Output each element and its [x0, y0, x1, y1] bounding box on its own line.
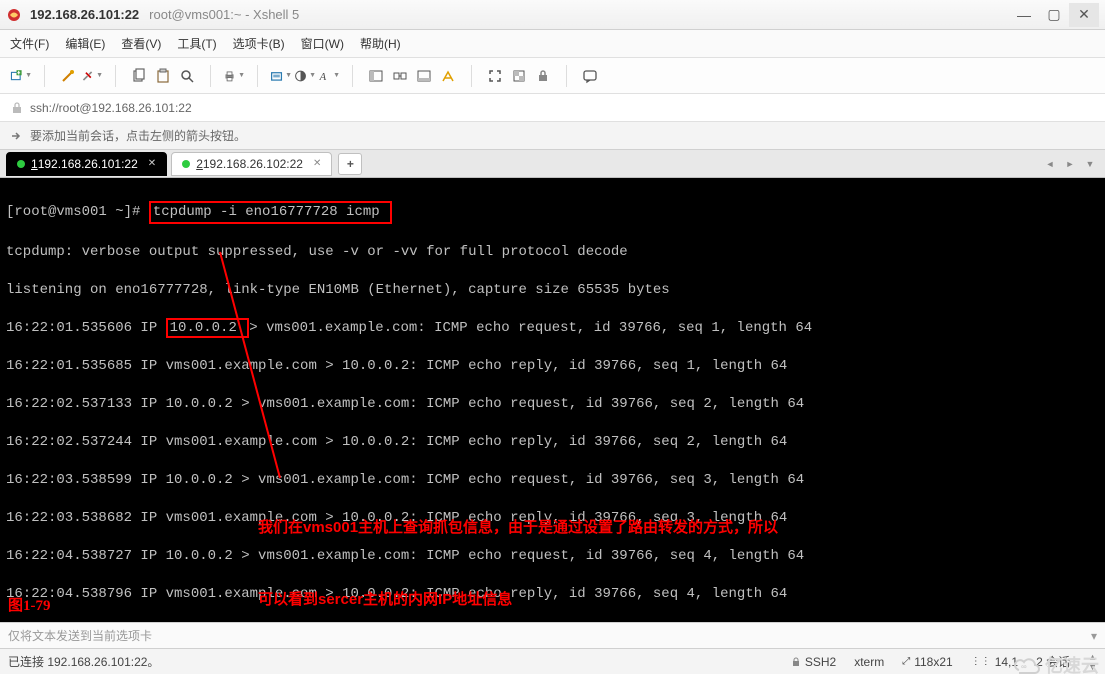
addressbar[interactable]: ssh://root@192.168.26.101:22 — [0, 94, 1105, 122]
transparency-button[interactable] — [508, 65, 530, 87]
properties-button[interactable]: ▼ — [270, 65, 292, 87]
hint-text: 要添加当前会话，点击左侧的箭头按钮。 — [30, 127, 246, 144]
menu-window[interactable]: 窗口(W) — [301, 35, 344, 52]
menu-file[interactable]: 文件(F) — [10, 35, 49, 52]
reconnect-button[interactable] — [57, 65, 79, 87]
annotation-line-1: 我们在vms001主机上查询抓包信息，由于是通过设置了路由转发的方式，所以 — [258, 516, 778, 540]
menu-tools[interactable]: 工具(T) — [177, 35, 216, 52]
menu-tabs[interactable]: 选项卡(B) — [233, 35, 285, 52]
tab-1-label: 192.168.26.101:22 — [38, 157, 138, 171]
color-scheme-button[interactable]: ▼ — [294, 65, 316, 87]
status-dot-icon — [182, 160, 190, 168]
status-term-type: xterm — [854, 655, 884, 669]
statusbar: 已连接 192.168.26.101:22。 SSH2 xterm ⤢118x2… — [0, 648, 1105, 674]
session-tabbar: 1 192.168.26.101:22 ✕ 2 192.168.26.102:2… — [0, 150, 1105, 178]
status-connection: 已连接 192.168.26.101:22。 — [8, 653, 159, 670]
lock-icon — [10, 101, 24, 115]
tab-scroll-left[interactable]: ◄ — [1041, 155, 1059, 173]
sessions-panel-button[interactable] — [365, 65, 387, 87]
copy-button[interactable] — [128, 65, 150, 87]
session-tab-1[interactable]: 1 192.168.26.101:22 ✕ — [6, 152, 167, 176]
compose-button[interactable] — [413, 65, 435, 87]
annotation-text: 我们在vms001主机上查询抓包信息，由于是通过设置了路由转发的方式，所以 可以… — [258, 468, 778, 622]
window-titlebar: 192.168.26.101:22 root@vms001:~ - Xshell… — [0, 0, 1105, 30]
status-cursor: ⋮⋮14,1 — [971, 655, 1018, 669]
app-icon — [6, 7, 22, 23]
sendbar-dropdown-icon[interactable]: ▾ — [1091, 629, 1097, 643]
find-button[interactable] — [176, 65, 198, 87]
font-button[interactable]: A▼ — [318, 65, 340, 87]
hintbar: 要添加当前会话，点击左侧的箭头按钮。 — [0, 122, 1105, 150]
watermark: ∞ 亿速云 — [1013, 652, 1099, 678]
paste-button[interactable] — [152, 65, 174, 87]
window-controls: — ▢ ✕ — [1009, 3, 1099, 27]
disconnect-button[interactable]: ▼ — [81, 65, 103, 87]
fullscreen-button[interactable] — [484, 65, 506, 87]
tab-1-number: 1 — [31, 157, 38, 171]
arrow-icon[interactable] — [10, 129, 24, 143]
tab-add-button[interactable]: + — [338, 153, 362, 175]
print-button[interactable]: ▼ — [223, 65, 245, 87]
tab-scroll-right[interactable]: ► — [1061, 155, 1079, 173]
watermark-text: 亿速云 — [1045, 652, 1099, 678]
tunneling-button[interactable] — [389, 65, 411, 87]
address-text: ssh://root@192.168.26.101:22 — [30, 101, 192, 115]
figure-label: 图1-79 — [8, 597, 51, 616]
status-dot-icon — [17, 160, 25, 168]
svg-text:A: A — [319, 72, 327, 83]
toolbar: ▼ ▼ ▼ ▼ ▼ A▼ — [0, 58, 1105, 94]
terminal-area[interactable]: [root@vms001 ~]# tcpdump -i eno16777728 … — [0, 178, 1105, 622]
window-subtitle: root@vms001:~ - Xshell 5 — [149, 7, 299, 22]
status-size: ⤢118x21 — [902, 655, 952, 669]
menu-edit[interactable]: 编辑(E) — [65, 35, 105, 52]
session-tab-2[interactable]: 2 192.168.26.102:22 ✕ — [171, 152, 332, 176]
svg-text:∞: ∞ — [1021, 662, 1027, 671]
close-button[interactable]: ✕ — [1069, 3, 1099, 27]
menubar: 文件(F) 编辑(E) 查看(V) 工具(T) 选项卡(B) 窗口(W) 帮助(… — [0, 30, 1105, 58]
menu-view[interactable]: 查看(V) — [121, 35, 161, 52]
help-button[interactable] — [579, 65, 601, 87]
lock-button[interactable] — [532, 65, 554, 87]
maximize-button[interactable]: ▢ — [1039, 3, 1069, 27]
tab-2-number: 2 — [196, 157, 203, 171]
highlight-button[interactable] — [437, 65, 459, 87]
menu-help[interactable]: 帮助(H) — [360, 35, 401, 52]
tab-dropdown[interactable]: ▼ — [1081, 155, 1099, 173]
minimize-button[interactable]: — — [1009, 3, 1039, 27]
tab-close-icon[interactable]: ✕ — [313, 158, 321, 169]
annotation-line-2: 可以看到sercer主机的内网IP地址信息 — [258, 588, 778, 612]
lock-small-icon — [791, 657, 801, 667]
sendbar-text: 仅将文本发送到当前选项卡 — [8, 627, 152, 644]
tab-2-label: 192.168.26.102:22 — [203, 157, 303, 171]
status-ssh: SSH2 — [791, 655, 836, 669]
new-session-button[interactable]: ▼ — [10, 65, 32, 87]
compose-sendbar[interactable]: 仅将文本发送到当前选项卡 ▾ — [0, 622, 1105, 648]
tab-close-icon[interactable]: ✕ — [148, 158, 156, 169]
window-title: 192.168.26.101:22 — [30, 7, 139, 22]
